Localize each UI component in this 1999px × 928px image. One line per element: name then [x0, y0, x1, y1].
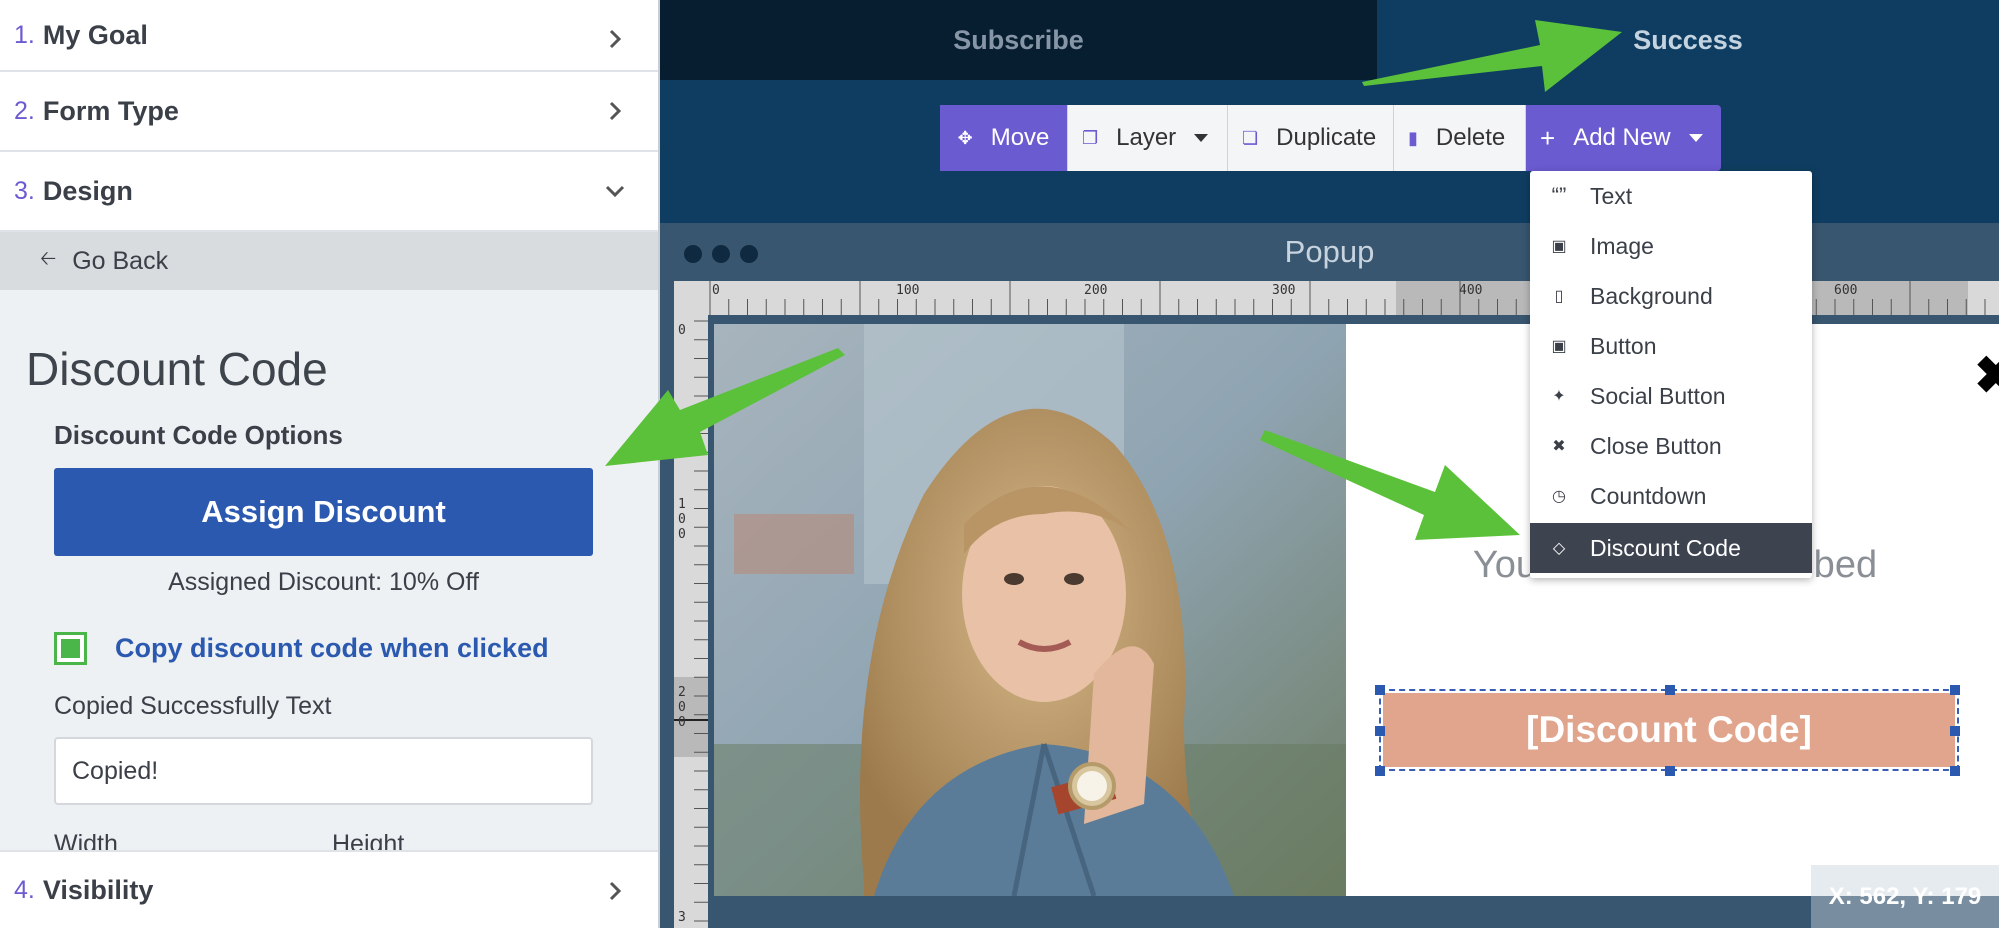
arrow-to-discount-panel	[605, 348, 845, 466]
arrow-to-discount-menu-item	[1260, 430, 1520, 540]
annotation-arrows	[605, 20, 1622, 540]
arrow-to-success-tab	[1362, 20, 1622, 92]
